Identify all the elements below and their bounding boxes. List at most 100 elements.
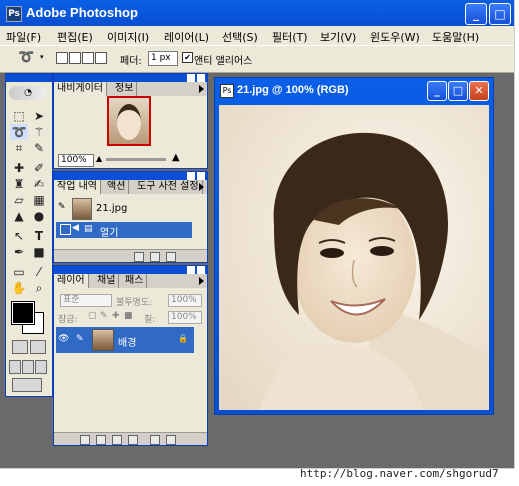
- screen-mode-standard-icon[interactable]: [9, 360, 21, 374]
- layers-panel-header[interactable]: [54, 266, 207, 274]
- menu-edit[interactable]: 편집(E): [57, 29, 93, 45]
- menu-layer[interactable]: 레이어(L): [164, 29, 209, 45]
- tab-paths[interactable]: 패스: [122, 274, 148, 288]
- add-selection-icon[interactable]: [69, 52, 81, 64]
- foreground-color-swatch[interactable]: [11, 301, 35, 325]
- shape-icon[interactable]: ■: [30, 244, 48, 260]
- screen-mode-full-menu-icon[interactable]: [22, 360, 34, 374]
- lasso-tool-icon[interactable]: ➰: [10, 124, 28, 140]
- tab-navigator[interactable]: 내비게이터: [54, 82, 107, 96]
- panel-close-icon[interactable]: [197, 74, 205, 82]
- quick-mask-icon[interactable]: [30, 340, 46, 354]
- antialias-checkbox[interactable]: ✔: [182, 52, 193, 63]
- hand-icon[interactable]: ✋: [10, 280, 28, 296]
- tab-layers[interactable]: 레이어: [54, 274, 89, 288]
- lock-image-icon[interactable]: ✎: [100, 311, 108, 321]
- snapshot-brush-icon[interactable]: ✎: [58, 202, 66, 212]
- menu-filter[interactable]: 필터(T): [272, 29, 308, 45]
- dodge-icon[interactable]: ●: [30, 208, 48, 224]
- brush-icon[interactable]: ✐: [30, 160, 48, 176]
- menu-help[interactable]: 도움말(H): [432, 29, 479, 45]
- standard-mode-icon[interactable]: [12, 340, 28, 354]
- new-selection-icon[interactable]: [56, 52, 68, 64]
- history-slider-icon[interactable]: ◀: [72, 223, 79, 233]
- lock-position-icon[interactable]: ✚: [112, 311, 120, 321]
- panel-minimize-icon[interactable]: [187, 74, 195, 82]
- healing-brush-icon[interactable]: ✚: [10, 160, 28, 176]
- new-snapshot-icon[interactable]: [150, 252, 160, 262]
- navigator-zoom-input[interactable]: 100%: [58, 154, 94, 167]
- tool-preset-dropdown-icon[interactable]: ▾: [40, 53, 44, 61]
- blur-icon[interactable]: ▲: [10, 208, 28, 224]
- notes-icon[interactable]: ▭: [10, 264, 28, 280]
- clone-stamp-icon[interactable]: ♜: [10, 176, 28, 192]
- eyedropper-icon[interactable]: ⁄: [30, 264, 48, 280]
- menu-file[interactable]: 파일(F): [6, 29, 41, 45]
- panel-menu-icon[interactable]: [199, 277, 204, 285]
- delete-layer-icon[interactable]: [166, 435, 176, 445]
- layer-row-background[interactable]: 👁 ✎ 배경 🔒: [56, 327, 194, 353]
- panel-menu-icon[interactable]: [199, 183, 204, 191]
- gradient-icon[interactable]: ▦: [30, 192, 48, 208]
- slice-icon[interactable]: ✎: [30, 140, 48, 156]
- tab-actions[interactable]: 액션: [104, 180, 130, 194]
- imageready-jump-icon[interactable]: [12, 378, 42, 392]
- rect-marquee-icon[interactable]: ⬚: [10, 108, 28, 124]
- opacity-input[interactable]: 100%: [168, 294, 202, 307]
- subtract-selection-icon[interactable]: [82, 52, 94, 64]
- zoom-out-icon[interactable]: ▲: [96, 154, 102, 163]
- menu-image[interactable]: 이미지(I): [107, 29, 149, 45]
- lock-all-icon[interactable]: ■: [124, 311, 133, 321]
- state-checkbox[interactable]: [60, 224, 71, 235]
- layer-brush-icon[interactable]: ✎: [76, 334, 84, 344]
- doc-minimize-button[interactable]: _: [427, 81, 447, 101]
- pen-icon[interactable]: ✒: [10, 244, 28, 260]
- move-icon[interactable]: ➤: [30, 108, 48, 124]
- delete-state-icon[interactable]: [166, 252, 176, 262]
- tab-tool-presets[interactable]: 도구 사전 설정: [134, 180, 203, 194]
- magic-wand-icon[interactable]: ⚚: [30, 124, 48, 140]
- panel-minimize-icon[interactable]: [187, 266, 195, 274]
- intersect-selection-icon[interactable]: [95, 52, 107, 64]
- maximize-button[interactable]: □: [489, 3, 511, 25]
- path-select-icon[interactable]: ↖: [10, 228, 28, 244]
- history-state-row[interactable]: ◀ ▤ 열기: [56, 222, 192, 239]
- history-panel-header[interactable]: [54, 172, 207, 180]
- navigator-thumbnail[interactable]: [107, 96, 151, 146]
- visibility-eye-icon[interactable]: 👁: [58, 334, 70, 344]
- document-titlebar[interactable]: Ps 21.jpg @ 100% (RGB) _ □ ✕: [215, 78, 493, 104]
- add-mask-icon[interactable]: [96, 435, 106, 445]
- image-canvas[interactable]: [219, 105, 489, 410]
- navigator-panel-header[interactable]: [54, 74, 207, 82]
- doc-maximize-button[interactable]: □: [448, 81, 468, 101]
- lock-transparency-icon[interactable]: ▢: [88, 311, 97, 321]
- panel-close-icon[interactable]: [197, 266, 205, 274]
- doc-close-button[interactable]: ✕: [469, 81, 489, 101]
- new-adjustment-layer-icon[interactable]: [128, 435, 138, 445]
- toolbox-header[interactable]: [6, 74, 52, 82]
- zoom-in-icon[interactable]: ▲: [172, 152, 180, 163]
- panel-minimize-icon[interactable]: [187, 172, 195, 180]
- menu-view[interactable]: 보기(V): [320, 29, 356, 45]
- feather-input[interactable]: 1 px: [148, 51, 178, 66]
- blend-mode-select[interactable]: 표준: [60, 294, 112, 307]
- tab-channels[interactable]: 채널: [94, 274, 120, 288]
- fill-input[interactable]: 100%: [168, 311, 202, 324]
- history-snapshot-row[interactable]: ✎ 21.jpg: [56, 196, 192, 220]
- type-icon[interactable]: T: [30, 228, 48, 244]
- history-brush-icon[interactable]: ✍: [30, 176, 48, 192]
- menu-select[interactable]: 선택(S): [222, 29, 258, 45]
- eraser-icon[interactable]: ▱: [10, 192, 28, 208]
- lasso-icon[interactable]: ➰: [18, 50, 40, 66]
- screen-mode-full-icon[interactable]: [35, 360, 47, 374]
- add-layer-style-icon[interactable]: [80, 435, 90, 445]
- menu-window[interactable]: 윈도우(W): [370, 29, 420, 45]
- tab-history[interactable]: 작업 내역: [54, 180, 101, 194]
- zoom-icon[interactable]: ⌕: [30, 280, 48, 296]
- panel-menu-icon[interactable]: [199, 85, 204, 93]
- tab-info[interactable]: 정보: [112, 82, 138, 96]
- navigator-zoom-slider[interactable]: [106, 158, 166, 161]
- adobe-online-icon[interactable]: ◔: [9, 86, 47, 100]
- panel-close-icon[interactable]: [197, 172, 205, 180]
- new-document-from-state-icon[interactable]: [134, 252, 144, 262]
